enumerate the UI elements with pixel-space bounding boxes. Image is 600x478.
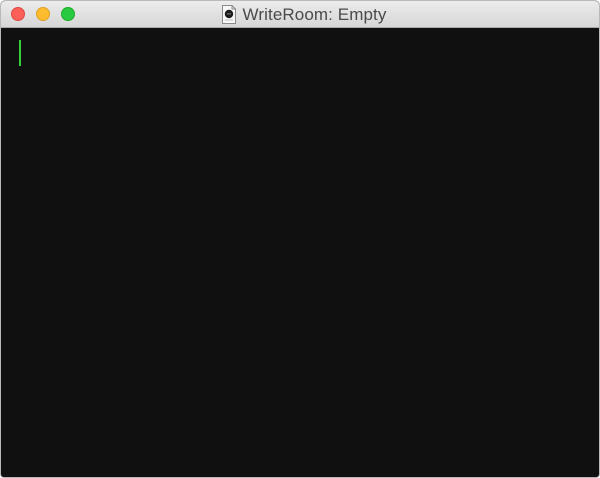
document-icon[interactable] (221, 5, 236, 24)
zoom-window-button[interactable] (61, 7, 75, 21)
text-editor-area[interactable] (1, 28, 599, 477)
window-title-area: WriteRoom: Empty (1, 1, 599, 28)
text-caret (19, 40, 21, 66)
close-window-button[interactable] (11, 7, 25, 21)
writeroom-window: WriteRoom: Empty (0, 0, 600, 478)
minimize-window-button[interactable] (36, 7, 50, 21)
title-bar[interactable]: WriteRoom: Empty (1, 1, 599, 28)
window-title: WriteRoom: Empty (242, 4, 387, 24)
